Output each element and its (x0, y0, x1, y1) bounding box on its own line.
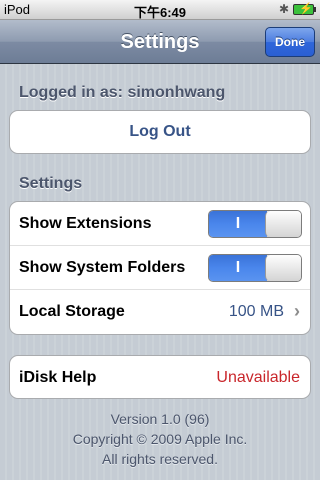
idisk-help-status: Unavailable (216, 369, 300, 386)
logout-group: Log Out (9, 110, 311, 154)
setting-row-local-storage[interactable]: Local Storage 100 MB › (10, 290, 310, 334)
toggle-on-indicator: I (209, 255, 267, 281)
show-system-folders-toggle[interactable]: I (208, 254, 302, 282)
idisk-help-row[interactable]: iDisk Help Unavailable (10, 356, 310, 398)
battery-tip (314, 7, 316, 12)
toggle-on-indicator: I (209, 211, 267, 237)
show-extensions-toggle[interactable]: I (208, 210, 302, 238)
status-time: 下午6:49 (133, 5, 187, 20)
toggle-thumb[interactable] (265, 255, 301, 281)
rights-text: All rights reserved. (102, 451, 218, 467)
show-extensions-label: Show Extensions (19, 215, 152, 232)
local-storage-value: 100 MB (228, 303, 284, 320)
logout-button[interactable]: Log Out (10, 111, 310, 153)
status-bar: iPod 下午6:49 ✱ ⚡ (0, 0, 320, 20)
setting-row-show-extensions: Show Extensions I (10, 202, 310, 246)
idisk-help-label: iDisk Help (19, 369, 97, 386)
bluetooth-icon: ✱ (279, 2, 290, 16)
settings-group: Show Extensions I Show System Folders I … (9, 201, 311, 335)
done-button[interactable]: Done (265, 27, 315, 57)
settings-header: Settings (19, 175, 83, 192)
show-system-folders-label: Show System Folders (19, 259, 186, 276)
copyright-text: Copyright © 2009 Apple Inc. (72, 431, 248, 447)
battery-charging-icon: ⚡ (293, 3, 314, 15)
toggle-thumb[interactable] (265, 211, 301, 237)
chevron-right-icon: › (294, 301, 300, 321)
setting-row-show-system-folders: Show System Folders I (10, 246, 310, 290)
version-text: Version 1.0 (96) (110, 411, 210, 427)
local-storage-label: Local Storage (19, 303, 125, 320)
charging-bolt-icon: ⚡ (299, 3, 313, 15)
footer: Version 1.0 (96) Copyright © 2009 Apple … (0, 409, 320, 469)
help-group: iDisk Help Unavailable (9, 355, 311, 399)
logged-in-header: Logged in as: simonhwang (19, 84, 226, 101)
nav-bar: Settings Done (0, 20, 320, 64)
